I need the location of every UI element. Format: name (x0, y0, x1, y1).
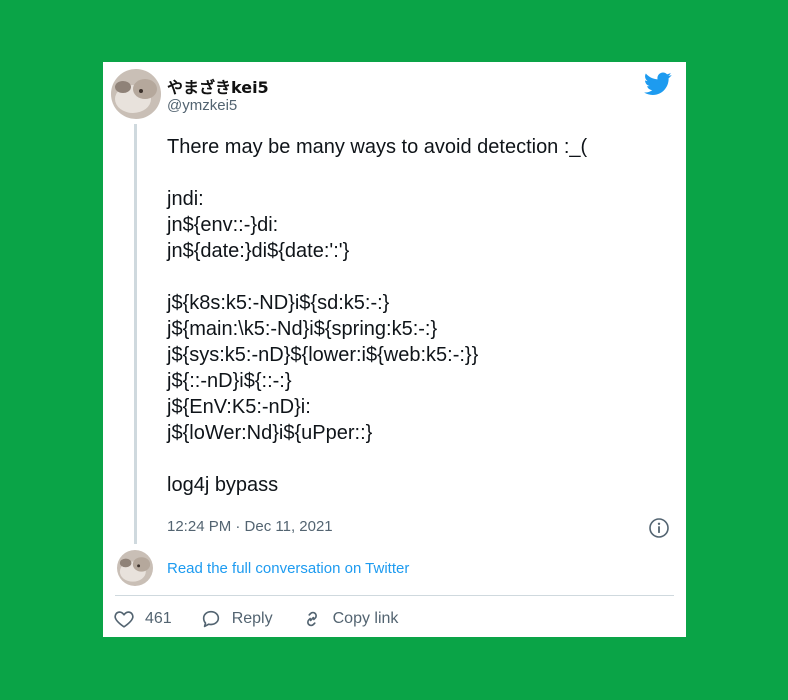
tweet-line: j${k8s:k5:-ND}i${sd:k5:-:} (167, 292, 390, 314)
like-count: 461 (145, 610, 172, 627)
tweet-line (167, 446, 667, 472)
tweet-card: やまざきkei5 @ymzkei5 There may be many ways… (103, 62, 686, 637)
author-display-name[interactable]: やまざきkei5 (167, 74, 269, 98)
tweet-line: jndi: (167, 188, 204, 210)
thread-connector-line (134, 124, 137, 544)
author-handle[interactable]: @ymzkei5 (167, 97, 237, 114)
link-icon (306, 611, 317, 627)
like-button[interactable]: 461 (113, 608, 172, 630)
twitter-bird-icon[interactable] (644, 72, 672, 96)
reply-label: Reply (231, 610, 273, 627)
tweet-timestamp[interactable]: 12:24 PM · Dec 11, 2021 (167, 518, 333, 535)
tweet-line: j${EnV:K5:-nD}i: (167, 396, 311, 418)
tweet-line: j${loWer:Nd}i${uPper::} (167, 422, 373, 444)
reply-button[interactable]: Reply (200, 608, 273, 630)
tweet-line: j${::-nD}i${::-:} (167, 370, 292, 392)
tweet-line: j${main:\k5:-Nd}i${spring:k5:-:} (167, 318, 438, 340)
tweet-line: log4j bypass (167, 474, 279, 496)
copy-link-label: Copy link (332, 610, 399, 627)
tweet-line (167, 264, 667, 290)
tweet-line (167, 160, 667, 186)
tweet-line: jn${date:}di${date:':'} (167, 240, 350, 262)
tweet-line: There may be many ways to avoid detectio… (167, 136, 588, 158)
copy-link-button[interactable]: Copy link (301, 608, 399, 630)
tweet-actions: 461 Reply Copy link (113, 607, 426, 631)
info-icon[interactable] (648, 517, 670, 539)
tweet-text: There may be many ways to avoid detectio… (167, 134, 667, 498)
divider (115, 595, 674, 596)
read-conversation-link[interactable]: Read the full conversation on Twitter (167, 560, 409, 577)
reply-avatar[interactable] (117, 550, 153, 586)
tweet-line: j${sys:k5:-nD}${lower:i${web:k5:-:}} (167, 344, 479, 366)
author-avatar[interactable] (111, 69, 161, 119)
heart-icon (114, 611, 134, 628)
speech-bubble-icon (202, 610, 219, 628)
tweet-line: jn${env::-}di: (167, 214, 279, 236)
